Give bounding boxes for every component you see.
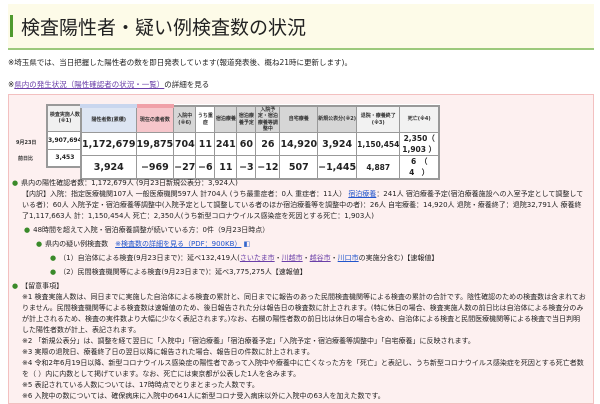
row-label-date: 9月23日 (16, 140, 37, 146)
waiting-count: ● 48時間を超えて入院・宿泊療養調整が続いている方：0件（9月23日時点） (12, 225, 586, 236)
note-1: ※1 検査実施人数は、同日までに実施した自治体による検査の累計と、同日までに報告… (22, 293, 586, 334)
notes-heading: ● 【留意事項】 (12, 281, 586, 292)
title-accent-bar (10, 15, 13, 37)
cell-hospitalized: −27 (173, 155, 197, 180)
pdf-icon: ◧ (243, 240, 251, 248)
bullet-icon: ● (36, 240, 43, 248)
header-hospitalized: 入院中(※6) (173, 105, 197, 133)
cell-adjusting: −12 (255, 155, 281, 180)
cell-recovered: 1,150,454 (356, 132, 401, 156)
note-4: ※4 令和2年6月19日以降、新型コロナウイルス感染症の陽性者であって入院中や療… (22, 359, 584, 378)
cell-positive-total: 1,172,679 (80, 132, 137, 156)
header-positive-total: 陽性者数(累積) (80, 104, 137, 133)
header-current-patients: 現在の患者数 (135, 104, 175, 133)
header-hotel-care: 宿泊療養 (214, 105, 238, 133)
positive-total: ● 県内の陽性確認者数：1,172,679人 (9月23日新規公表分：3,924人… (12, 178, 586, 189)
cell-hospitalized: 704 (173, 132, 197, 156)
update-note: ※埼玉県では、当日把握した陽性者の数を即日発表しています(報道発表後、概ね21時… (8, 58, 352, 67)
cell-hotel-care: 241 (214, 132, 238, 156)
header-recovered: 退院・療養終了(※3) (356, 105, 401, 133)
municipal-suffix: の実施分含む)【速報値】 (358, 254, 439, 262)
city-link-saitama[interactable]: さいたま市 (240, 254, 275, 262)
cell-adjusting: 26 (255, 132, 281, 156)
header-home-care: 自宅療養 (279, 105, 319, 133)
header-new-reported: 新規公表分(※2) (317, 105, 358, 133)
outbreak-status-link[interactable]: 県内の発生状況（陽性確認者の状況・一覧） (14, 80, 164, 89)
breakdown-a: 【内訳】入院：指定医療機関107人 一般医療機関597人 計704人 (うち最重… (22, 190, 347, 198)
tests-diff: 3,453 (46, 148, 84, 168)
suspected-text: 県内の疑い例検査数 (45, 240, 109, 248)
city-link-koshigaya[interactable]: 越谷市 (310, 254, 331, 262)
header-deaths: 死亡(※4) (399, 105, 440, 133)
cell-hotel-planned: 60 (236, 132, 257, 156)
header-severe: うち重症 (195, 105, 216, 133)
cell-home-care: 14,920 (279, 132, 319, 156)
cell-severe: −6 (195, 155, 216, 180)
cell-home-care: 507 (279, 155, 319, 180)
detail-link-line: ※県内の発生状況（陽性確認者の状況・一覧）の詳細を見る (8, 79, 209, 90)
bullet-icon: ● (12, 282, 19, 290)
suspected-tests: ● 県内の疑い例検査数 ※検査数の詳細を見る（PDF：900KB） ◧ (12, 239, 586, 250)
breakdown: 【内訳】入院：指定医療機関107人 一般医療機関597人 計704人 (うち最重… (12, 189, 586, 222)
cell-new-reported: 3,924 (317, 132, 358, 156)
cell-severe: 11 (195, 132, 216, 156)
positive-total-text: 県内の陽性確認者数：1,172,679人 (9月23日新規公表分：3,924人) (21, 179, 238, 187)
cell-recovered: 4,887 (356, 155, 401, 180)
notes-heading-text: 【留意事項】 (21, 282, 64, 290)
municipal-tests: ● （1）自治体による検査(9月23日まで)：延べ132,419人(さいたま市・川… (50, 254, 439, 262)
header-hotel-planned: 宿泊療養予定 (236, 105, 257, 133)
row-label-diff: 前日比 (18, 156, 34, 162)
summary-section: ● 県内の陽性確認者数：1,172,679人 (9月23日新規公表分：3,924人… (12, 178, 586, 402)
header-adjusting: 入院予定・宿泊療養等調整中 (255, 105, 281, 133)
note-3: ※3 実際の退院日、療養終了日の翌日以降に報告された場合、報告日の件数に計上され… (22, 348, 314, 356)
tests-value: 3,907,694 (46, 130, 84, 150)
note-5: ※5 表記されている人数については、17時時点でとりまとまった人数です。 (22, 381, 259, 389)
page-header: 検査陽性者・疑い例検査数の状況 (8, 4, 594, 50)
bullet-icon: ● (12, 179, 19, 187)
header-tests: 検査実施人数(※1) (46, 104, 84, 132)
hotel-care-link[interactable]: 宿泊療養 (348, 190, 376, 198)
cell-hotel-care: 11 (214, 155, 238, 180)
note-2: ※2 「新規公表分」は、調整を経て翌日に「入院中」「宿泊療養」「宿泊療養予定」「… (22, 337, 475, 345)
note-6: ※6 入院中の数については、確保病床に入院中の641人に新型コロナ受入病床以外に… (22, 392, 385, 400)
city-link-kawaguchi[interactable]: 川口市 (338, 254, 359, 262)
cell-current-patients: −969 (135, 155, 175, 180)
private-text: （2）民間検査機関等による検査(9月23日まで)：延べ3,775,275人【速報… (59, 268, 307, 276)
waiting-text: 48時間を超えて入院・宿泊療養調整が続いている方：0件（9月23日時点） (33, 226, 270, 234)
municipal-text: （1）自治体による検査(9月23日まで)：延べ132,419人( (59, 254, 240, 262)
pdf-link[interactable]: ※検査数の詳細を見る（PDF：900KB） (115, 240, 241, 248)
page-title: 検査陽性者・疑い例検査数の状況 (21, 16, 307, 39)
cell-hotel-planned: −3 (236, 155, 257, 180)
private-tests: ● （2）民間検査機関等による検査(9月23日まで)：延べ3,775,275人【速… (12, 267, 586, 278)
bullet-icon: ● (50, 254, 57, 262)
cell-current-patients: 19,875 (135, 132, 175, 156)
link-suffix: の詳細を見る (164, 80, 210, 89)
tests-table: 検査実施人数(※1) 3,907,694 3,453 (46, 104, 84, 168)
cell-positive-total: 3,924 (80, 155, 137, 180)
cell-deaths: 2,350（ 1,903 ） (399, 132, 440, 156)
city-link-kawagoe[interactable]: 川越市 (282, 254, 303, 262)
bullet-icon: ● (50, 268, 57, 276)
bullet-icon: ● (24, 226, 31, 234)
cell-new-reported: −1,445 (317, 155, 358, 180)
cell-deaths: 6 （ 4 ） (399, 155, 440, 180)
cases-table: 陽性者数(累積) 現在の患者数 入院中(※6) うち重症 宿泊療養 宿泊療養予定 入院予定・… (80, 104, 440, 180)
